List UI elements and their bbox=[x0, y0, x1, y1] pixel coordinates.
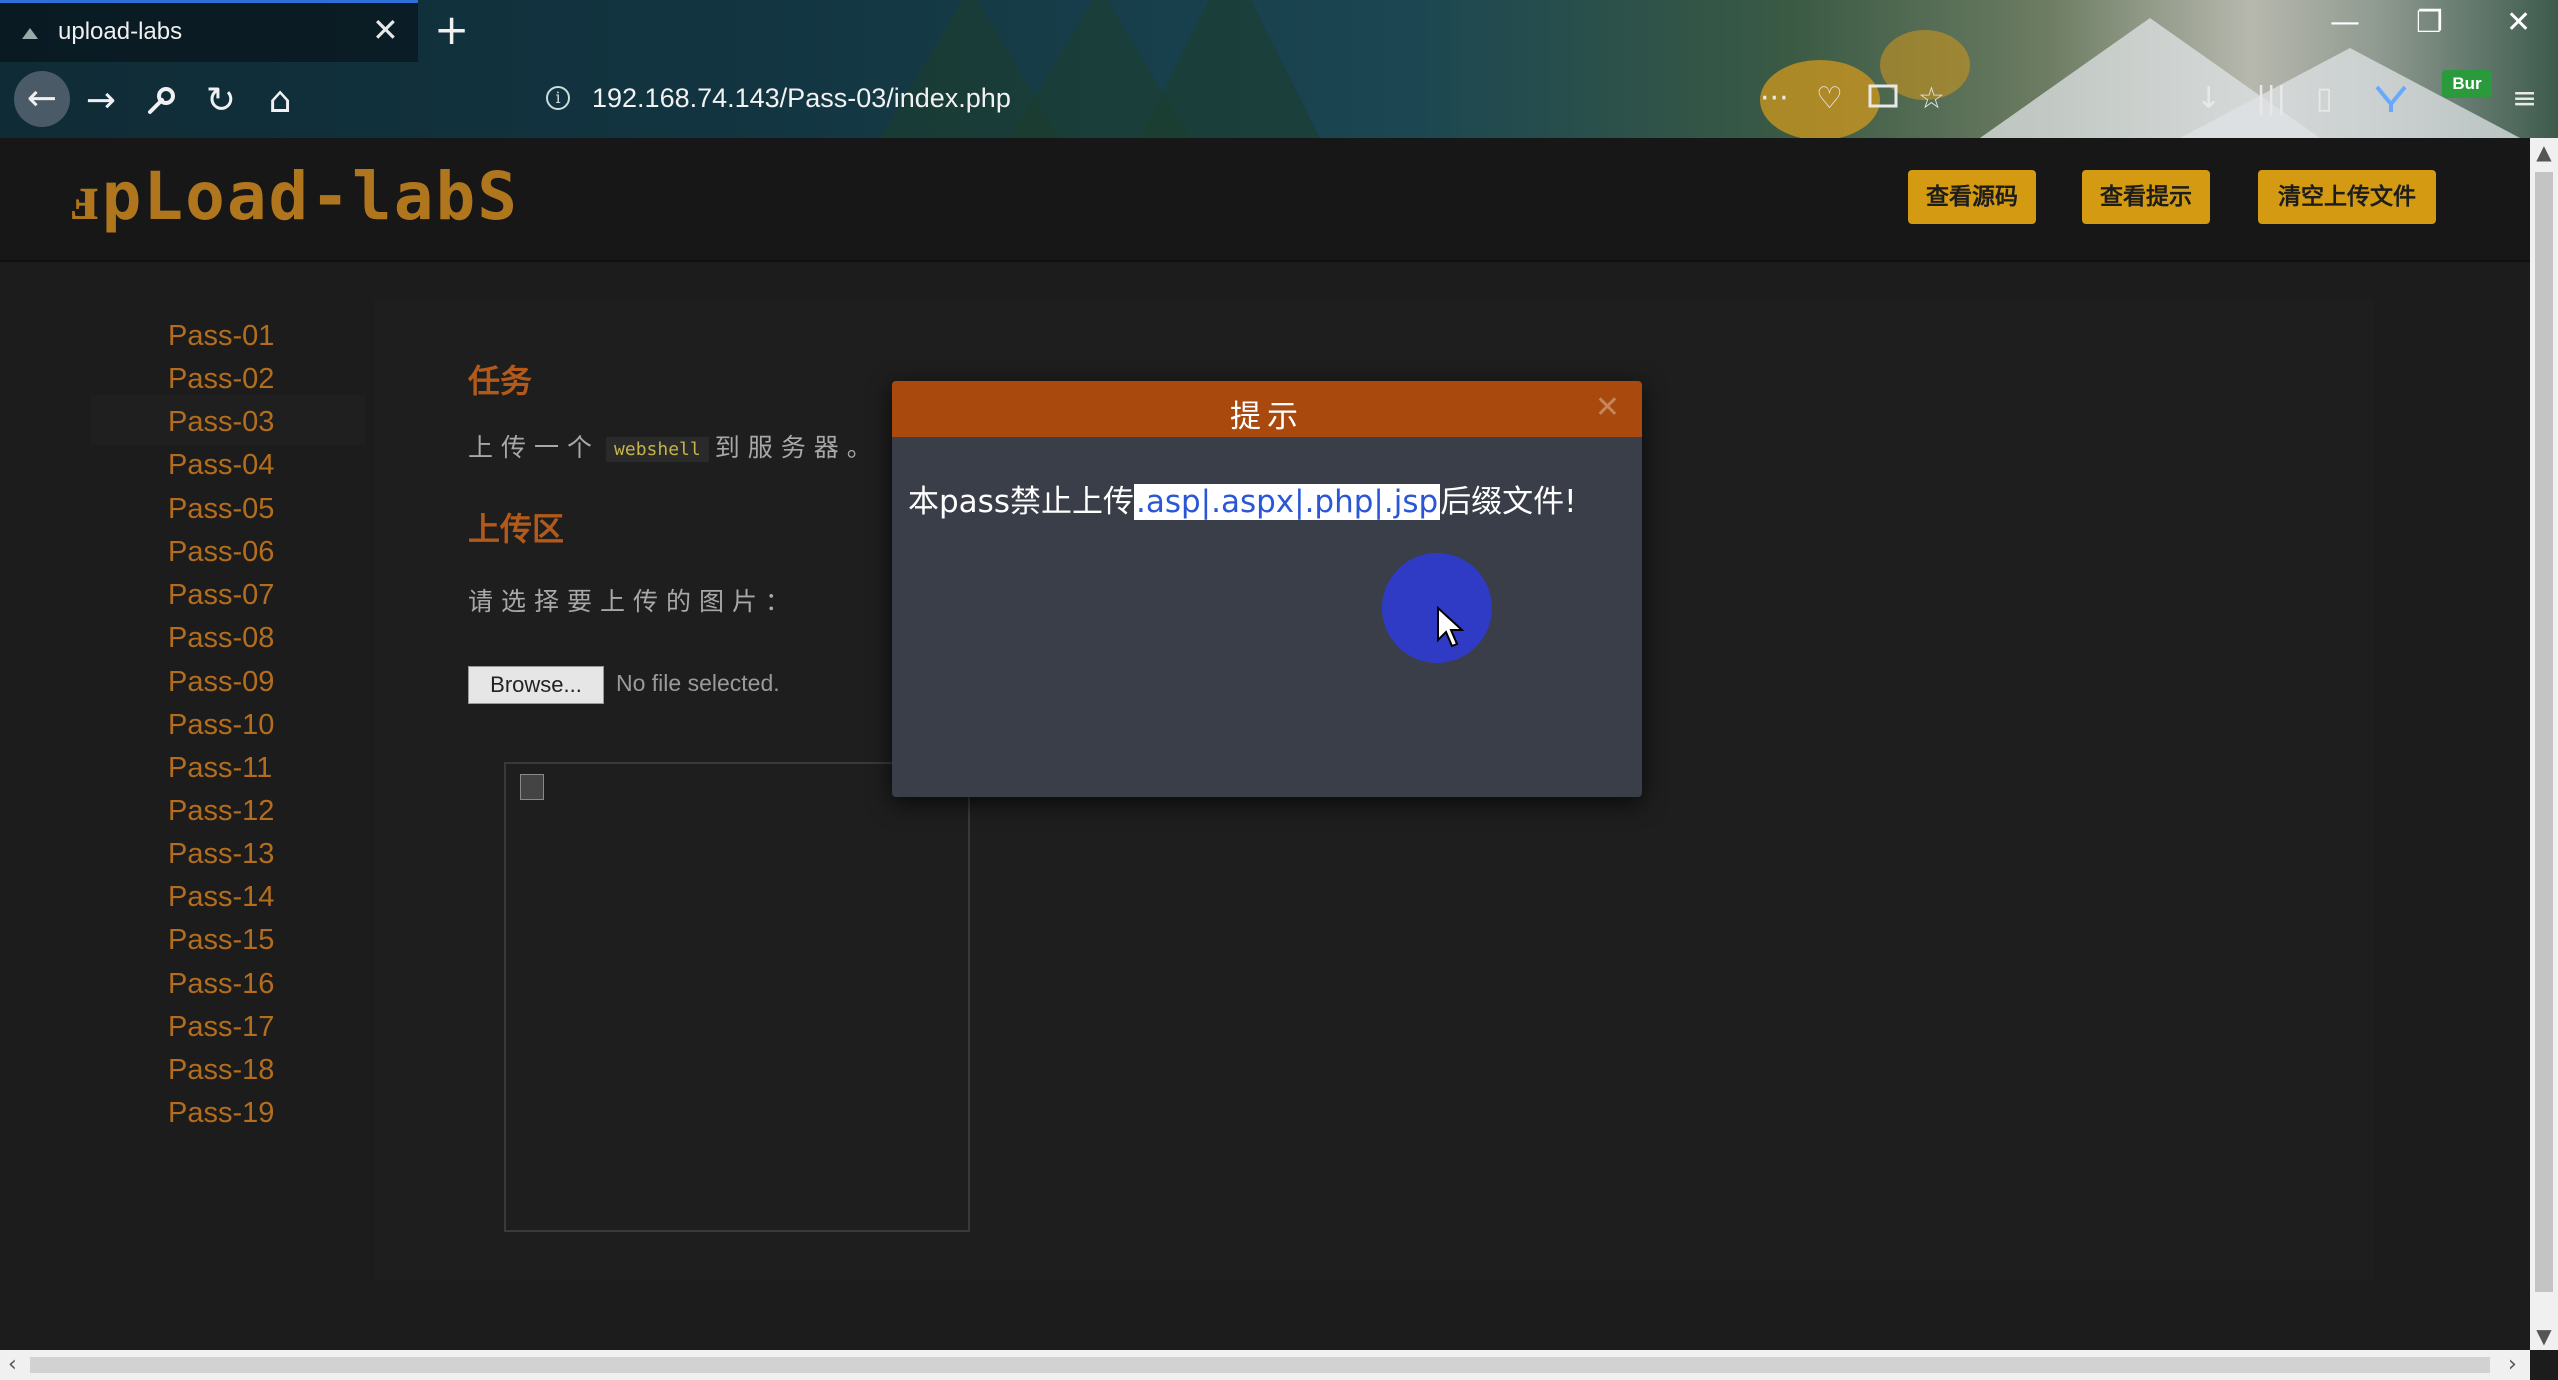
sidebar-item-pass-10[interactable]: Pass-10 bbox=[168, 709, 274, 742]
sidebar-item-pass-12[interactable]: Pass-12 bbox=[168, 795, 274, 828]
dialog-title-bar[interactable]: 提示 ✕ bbox=[892, 381, 1642, 437]
info-icon[interactable]: i bbox=[546, 86, 570, 110]
dialog-message: 本pass禁止上传.asp|.aspx|.php|.jsp后缀文件! bbox=[908, 476, 1577, 521]
message-suffix: 后缀文件! bbox=[1440, 484, 1577, 520]
arrow-right-icon: → bbox=[85, 80, 117, 121]
site-logo[interactable]: ⅎpLoad-labS bbox=[68, 158, 519, 236]
dialog-close-icon[interactable]: ✕ bbox=[1595, 391, 1620, 425]
restore-icon[interactable]: ❐ bbox=[2416, 6, 2443, 40]
dialog-title: 提示 bbox=[1230, 399, 1304, 435]
broken-image-icon bbox=[520, 774, 544, 800]
more-actions-icon[interactable]: ··· bbox=[1760, 82, 1789, 116]
burp-extension-badge[interactable]: Bur bbox=[2442, 70, 2492, 98]
site-favicon-icon bbox=[22, 28, 38, 39]
sidebar-item-pass-04[interactable]: Pass-04 bbox=[168, 449, 274, 482]
sidebar-item-pass-17[interactable]: Pass-17 bbox=[168, 1011, 274, 1044]
pocket-icon[interactable]: ♡ bbox=[1816, 82, 1843, 116]
minimize-icon[interactable]: — bbox=[2330, 6, 2360, 40]
horizontal-scrollbar[interactable]: ‹ › bbox=[0, 1350, 2530, 1380]
close-tab-icon[interactable]: ✕ bbox=[372, 13, 399, 47]
sidebar-item-pass-01[interactable]: Pass-01 bbox=[168, 320, 274, 353]
webshell-code: webshell bbox=[606, 436, 709, 462]
sidebar-item-pass-03[interactable]: Pass-03 bbox=[168, 406, 274, 439]
bookmark-star-icon[interactable]: ☆ bbox=[1918, 82, 1945, 116]
file-status-text: No file selected. bbox=[616, 670, 780, 696]
download-icon[interactable]: ↓ bbox=[2196, 82, 2221, 116]
address-bar[interactable]: i 192.168.74.143/Pass-03/index.php bbox=[530, 74, 1740, 126]
sidebar-item-pass-08[interactable]: Pass-08 bbox=[168, 622, 274, 655]
sidebar-item-pass-05[interactable]: Pass-05 bbox=[168, 493, 274, 526]
url-text[interactable]: 192.168.74.143/Pass-03/index.php bbox=[592, 83, 1011, 114]
page-header: ⅎpLoad-labS 查看源码 查看提示 清空上传文件 bbox=[0, 138, 2530, 262]
hamburger-menu-icon[interactable]: ≡ bbox=[2512, 82, 2537, 116]
sidebar-item-pass-06[interactable]: Pass-06 bbox=[168, 536, 274, 569]
home-icon: ⌂ bbox=[268, 80, 292, 121]
screenshot-icon[interactable] bbox=[1868, 84, 1898, 110]
scroll-right-icon[interactable]: › bbox=[2508, 1352, 2517, 1377]
message-prefix: 本pass禁止上传 bbox=[908, 484, 1134, 520]
new-tab-button[interactable]: + bbox=[434, 8, 469, 52]
upload-area-title: 上传区 bbox=[468, 510, 565, 548]
sidebar-item-pass-14[interactable]: Pass-14 bbox=[168, 881, 274, 914]
close-window-icon[interactable]: ✕ bbox=[2506, 6, 2531, 40]
view-hint-button[interactable]: 查看提示 bbox=[2082, 170, 2210, 224]
sidebar-item-pass-19[interactable]: Pass-19 bbox=[168, 1097, 274, 1130]
view-source-button[interactable]: 查看源码 bbox=[1908, 170, 2036, 224]
sidebar-item-pass-13[interactable]: Pass-13 bbox=[168, 838, 274, 871]
home-button[interactable]: ⌂ bbox=[255, 76, 305, 126]
task-text-prefix: 上传一个 bbox=[468, 433, 601, 462]
reload-button[interactable]: ↻ bbox=[196, 76, 246, 126]
scroll-down-icon[interactable]: ▼ bbox=[2530, 1324, 2558, 1348]
reload-icon: ↻ bbox=[205, 80, 237, 121]
task-text-suffix: 到服务器。 bbox=[714, 433, 880, 462]
scroll-left-icon[interactable]: ‹ bbox=[8, 1352, 17, 1377]
back-button[interactable]: ← bbox=[14, 71, 70, 127]
sidebar-item-pass-15[interactable]: Pass-15 bbox=[168, 924, 274, 957]
sidebar-item-pass-09[interactable]: Pass-09 bbox=[168, 666, 274, 699]
sidebar-pass-list: Pass-01 Pass-02 Pass-03 Pass-04 Pass-05 … bbox=[0, 300, 370, 1140]
vertical-scroll-thumb[interactable] bbox=[2535, 172, 2553, 1292]
task-title: 任务 bbox=[468, 362, 533, 400]
task-description: 上传一个 webshell 到服务器。 bbox=[468, 428, 880, 464]
mouse-cursor-icon bbox=[1437, 606, 1465, 648]
sidebar-item-pass-16[interactable]: Pass-16 bbox=[168, 968, 274, 1001]
clear-uploads-button[interactable]: 清空上传文件 bbox=[2258, 170, 2436, 224]
scroll-up-icon[interactable]: ▲ bbox=[2530, 140, 2558, 164]
forward-button[interactable]: → bbox=[76, 76, 126, 126]
tab-upload-labs[interactable]: upload-labs ✕ bbox=[0, 0, 418, 62]
horizontal-scroll-thumb[interactable] bbox=[30, 1357, 2490, 1373]
browser-chrome: upload-labs ✕ + — ❐ ✕ ← → ↻ ⌂ i 192.168.… bbox=[0, 0, 2558, 138]
extension-y-icon[interactable] bbox=[2374, 84, 2408, 114]
image-preview-box bbox=[504, 762, 970, 1232]
arrow-left-icon: ← bbox=[26, 78, 58, 119]
vertical-scrollbar[interactable]: ▲ ▼ bbox=[2530, 138, 2558, 1350]
tools-button[interactable] bbox=[136, 76, 186, 126]
browse-file-button[interactable]: Browse... bbox=[468, 666, 604, 704]
sidebar-item-pass-18[interactable]: Pass-18 bbox=[168, 1054, 274, 1087]
sidebar-item-pass-11[interactable]: Pass-11 bbox=[168, 752, 272, 785]
tab-title: upload-labs bbox=[58, 18, 183, 45]
alert-dialog: 提示 ✕ 本pass禁止上传.asp|.aspx|.php|.jsp后缀文件! bbox=[892, 381, 1642, 797]
sidebar-item-pass-07[interactable]: Pass-07 bbox=[168, 579, 274, 612]
choose-image-label: 请选择要上传的图片： bbox=[468, 587, 799, 616]
wrench-icon bbox=[148, 87, 175, 114]
sidebar-toggle-icon[interactable]: ▯ bbox=[2316, 82, 2333, 116]
sidebar-item-pass-02[interactable]: Pass-02 bbox=[168, 363, 274, 396]
selected-extensions-text[interactable]: .asp|.aspx|.php|.jsp bbox=[1133, 484, 1441, 520]
library-icon[interactable]: ||| bbox=[2256, 82, 2286, 116]
